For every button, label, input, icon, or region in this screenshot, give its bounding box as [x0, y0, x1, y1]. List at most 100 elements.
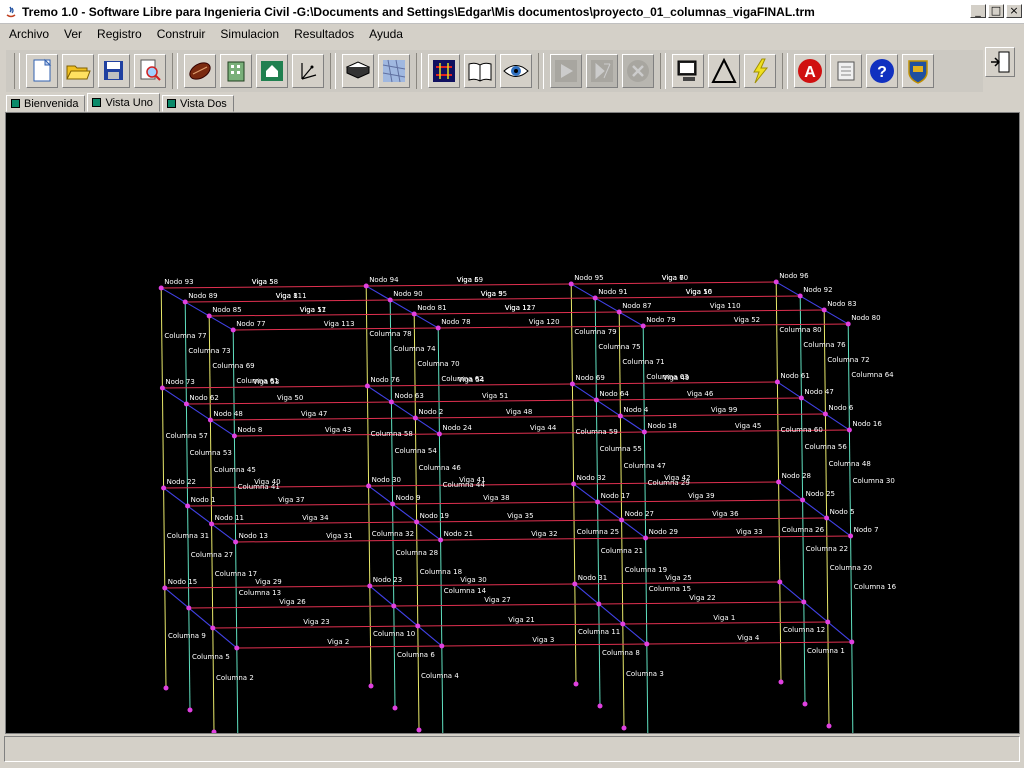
book-button[interactable]	[464, 54, 496, 88]
node-point	[209, 521, 215, 527]
menu-registro[interactable]: Registro	[88, 27, 148, 41]
nodes-label: Nodo 6	[828, 404, 853, 412]
exit-button[interactable]	[985, 47, 1015, 77]
slab-icon	[345, 61, 371, 79]
node-point	[233, 539, 239, 545]
columns-label: Columna 9	[168, 632, 206, 640]
beams-label: Viga 34	[302, 514, 329, 522]
computer-icon	[677, 60, 697, 81]
exit-door-icon	[991, 51, 1010, 73]
tab-vista-dos[interactable]: Vista Dos	[161, 95, 234, 112]
minimize-button[interactable]: _	[970, 4, 986, 18]
menu-simulacion[interactable]: Simulacion	[211, 27, 285, 41]
nodes-label: Nodo 63	[394, 392, 423, 400]
column-line	[438, 433, 442, 541]
new-document-button[interactable]	[26, 54, 58, 88]
node-point	[797, 293, 803, 299]
tab-bienvenida[interactable]: Bienvenida	[6, 95, 86, 112]
column-line	[161, 387, 165, 489]
columns-label: Columna 77	[164, 332, 206, 340]
column-line	[779, 581, 782, 683]
node-point	[162, 585, 168, 591]
beam-icon	[189, 62, 211, 80]
delta-button[interactable]	[708, 54, 740, 88]
column-line	[824, 413, 828, 519]
columns-label: Columna 27	[191, 551, 233, 559]
column-line	[392, 503, 395, 607]
tab-vista-uno[interactable]: Vista Uno	[87, 93, 160, 112]
beams-label: Viga 12	[505, 304, 531, 312]
print-preview-button[interactable]	[134, 54, 166, 88]
menu-ver[interactable]: Ver	[55, 27, 88, 41]
menu-archivo[interactable]: Archivo	[0, 27, 55, 41]
building-button[interactable]	[220, 54, 252, 88]
node-point	[800, 497, 806, 503]
structure-view-button[interactable]	[428, 54, 460, 88]
nodes-label: Nodo 47	[804, 388, 833, 396]
nodes-label: Nodo 91	[598, 288, 627, 296]
save-button[interactable]	[98, 54, 130, 88]
structure-3d-view[interactable]: Nodo 93 Nodo 94 Nodo 95 Nodo 96 Nodo 89 Nodo …	[6, 113, 1019, 733]
eye-button[interactable]	[500, 54, 532, 88]
house-button[interactable]	[256, 54, 288, 88]
beams-label: Viga 48	[506, 408, 532, 416]
beams-label: Viga 10	[686, 288, 712, 296]
toolbar-separator	[416, 53, 422, 89]
nodes-label: Nodo 95	[574, 274, 603, 282]
column-line	[776, 381, 780, 483]
menu-construir[interactable]: Construir	[148, 27, 212, 41]
nodes-label: Nodo 24	[442, 424, 472, 432]
columns-label: Columna 18	[420, 568, 462, 576]
menu-resultados[interactable]: Resultados	[285, 27, 360, 41]
node-point	[572, 581, 578, 587]
node-point	[161, 485, 167, 491]
node-point	[778, 679, 784, 685]
mesh-button[interactable]	[378, 54, 410, 88]
nodes-label: Nodo 29	[649, 528, 678, 536]
nodes-label: Nodo 48	[213, 410, 242, 418]
title-bar[interactable]: Tremo 1.0 - Software Libre para Ingenier…	[0, 0, 1024, 24]
beam-line	[186, 401, 392, 405]
crest-button[interactable]	[902, 54, 934, 88]
column-line	[574, 583, 577, 685]
nodes-label: Nodo 81	[417, 304, 446, 312]
node-point	[641, 429, 647, 435]
menu-bar: Archivo Ver Registro Construir Simulacion Res…	[0, 24, 1024, 44]
beam-line	[417, 623, 623, 627]
columns-label: Columna 1	[807, 647, 845, 655]
toolbar-separator	[538, 53, 544, 89]
lightning-button[interactable]	[744, 54, 776, 88]
beams-label: Viga 37	[278, 496, 304, 504]
columns-label: Columna 46	[419, 464, 462, 472]
node-point	[596, 601, 602, 607]
slab-button[interactable]	[342, 54, 374, 88]
columns-label: Columna 58	[371, 430, 413, 438]
toolbar-separator	[14, 53, 20, 89]
nodes-label: Nodo 21	[444, 530, 473, 538]
close-button[interactable]: ×	[1006, 4, 1022, 18]
node-point	[845, 321, 851, 327]
axes-button[interactable]	[292, 54, 324, 88]
nodes-label: Nodo 96	[779, 272, 809, 280]
columns-label: Columna 71	[622, 358, 664, 366]
node-point	[849, 639, 855, 645]
columns-label: Columna 79	[574, 328, 616, 336]
acrobat-button[interactable]: A	[794, 54, 826, 88]
scroll-button[interactable]	[830, 54, 862, 88]
new-document-icon	[33, 58, 52, 82]
open-folder-button[interactable]	[62, 54, 94, 88]
menu-ayuda[interactable]: Ayuda	[360, 27, 409, 41]
beam-button[interactable]	[184, 54, 216, 88]
nodes-label: Nodo 27	[625, 510, 654, 518]
columns-label: Columna 54	[395, 447, 438, 455]
beams-label: Viga 47	[301, 410, 327, 418]
help-button[interactable]: ?	[866, 54, 898, 88]
maximize-button[interactable]: □	[988, 4, 1004, 18]
tab-label: Vista Uno	[105, 96, 153, 109]
column-line	[368, 485, 371, 587]
columns-label: Columna 21	[601, 547, 643, 555]
beams-label: Viga 3	[532, 636, 554, 644]
columns-label: Columna 30	[853, 477, 895, 485]
beam-line	[236, 645, 442, 649]
computer-button[interactable]	[672, 54, 704, 88]
